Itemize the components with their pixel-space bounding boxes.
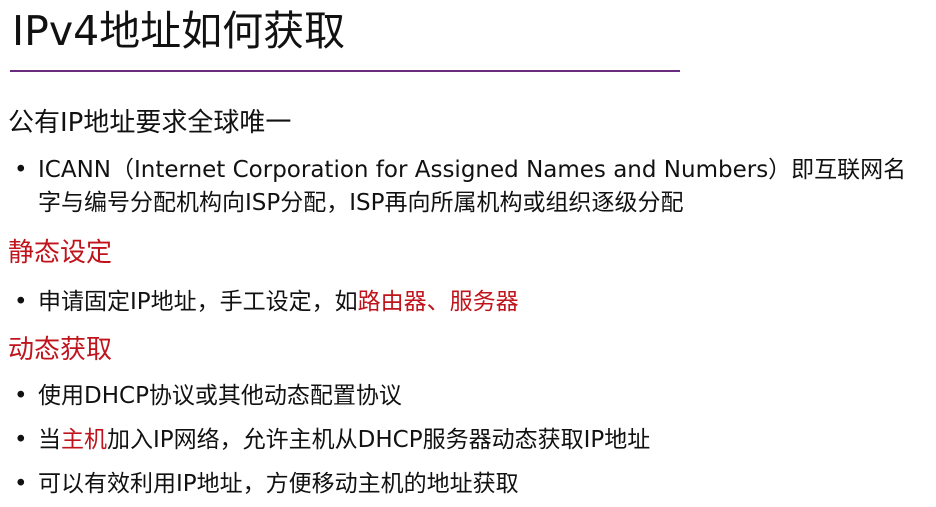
- bullet-text: 当: [38, 427, 61, 453]
- bullet-text: ICANN（Internet Corporation for Assigned …: [38, 157, 907, 216]
- bullet-icon: •: [14, 427, 28, 453]
- bullet-text: 使用DHCP协议或其他动态配置协议: [38, 383, 402, 409]
- heading-dynamic: 动态获取: [8, 335, 113, 365]
- bullet-icon: •: [14, 471, 28, 497]
- highlight-text: 路由器、服务器: [357, 289, 519, 315]
- list-item-efficiency: • 可以有效利用IP地址，方便移动主机的地址获取: [14, 468, 926, 501]
- bullet-icon: •: [14, 383, 28, 409]
- heading-static: 静态设定: [8, 238, 113, 268]
- bullet-text: 加入IP网络，允许主机从DHCP服务器动态获取IP地址: [107, 427, 651, 453]
- page-title: IPv4地址如何获取: [12, 7, 346, 55]
- list-item-host: • 当主机加入IP网络，允许主机从DHCP服务器动态获取IP地址: [14, 424, 926, 457]
- title-underline: [10, 70, 680, 72]
- bullet-icon: •: [14, 289, 28, 315]
- heading-public-ip: 公有IP地址要求全球唯一: [8, 108, 292, 138]
- bullet-text: 申请固定IP地址，手工设定，如: [38, 289, 358, 315]
- list-item-dhcp: • 使用DHCP协议或其他动态配置协议: [14, 380, 926, 413]
- highlight-text: 主机: [61, 427, 107, 453]
- slide: IPv4地址如何获取 公有IP地址要求全球唯一 • ICANN（Internet…: [0, 0, 936, 507]
- bullet-icon: •: [14, 157, 28, 183]
- list-item-static: • 申请固定IP地址，手工设定，如路由器、服务器: [14, 286, 926, 319]
- bullet-text: 可以有效利用IP地址，方便移动主机的地址获取: [38, 471, 519, 497]
- list-item-icann: • ICANN（Internet Corporation for Assigne…: [14, 154, 926, 220]
